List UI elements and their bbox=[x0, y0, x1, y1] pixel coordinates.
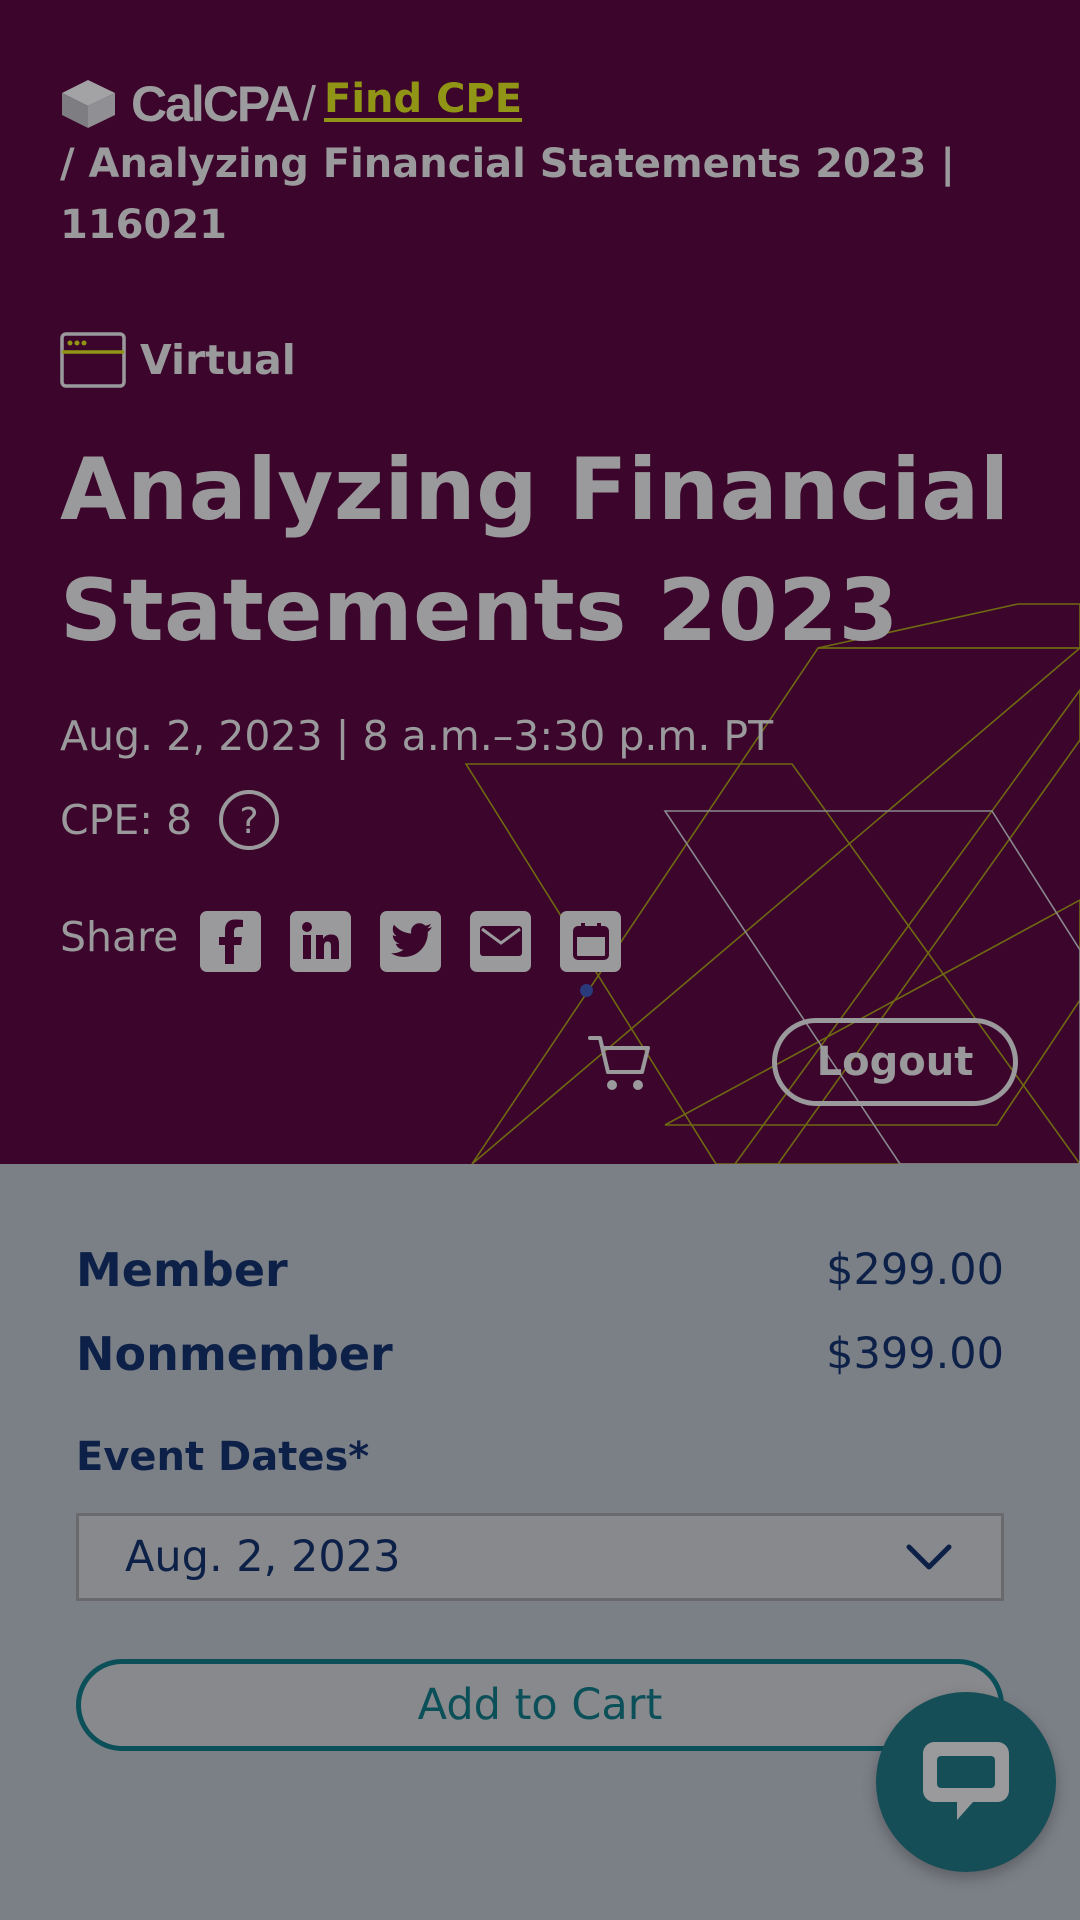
breadcrumb-separator: / bbox=[302, 77, 317, 131]
price-value: $299.00 bbox=[826, 1245, 1004, 1295]
price-label: Member bbox=[76, 1243, 288, 1297]
event-title: Analyzing Financial Statements 2023 bbox=[60, 440, 1010, 661]
twitter-icon bbox=[390, 923, 432, 957]
question-mark-help-icon[interactable]: ? bbox=[218, 789, 280, 851]
svg-text:?: ? bbox=[240, 801, 259, 842]
cpe-credits-label: CPE: 8 bbox=[60, 796, 193, 844]
cpe-credits: CPE: 8 ? bbox=[60, 788, 280, 852]
breadcrumb-find-cpe-link[interactable]: Find CPE bbox=[324, 76, 522, 122]
event-date-select-value: Aug. 2, 2023 bbox=[125, 1532, 401, 1582]
chat-bubble-icon bbox=[923, 1742, 1009, 1820]
share-email-button[interactable] bbox=[470, 910, 532, 972]
browser-window-icon bbox=[60, 332, 126, 388]
shopping-cart-icon[interactable] bbox=[588, 1032, 652, 1094]
price-label: Nonmember bbox=[76, 1327, 393, 1381]
share-twitter-button[interactable] bbox=[380, 910, 442, 972]
email-icon bbox=[479, 926, 522, 956]
price-row-member: Member $299.00 bbox=[76, 1240, 1004, 1300]
add-to-calendar-button[interactable] bbox=[560, 910, 622, 972]
price-row-nonmember: Nonmember $399.00 bbox=[76, 1324, 1004, 1384]
add-to-cart-button[interactable]: Add to Cart bbox=[76, 1659, 1004, 1751]
linkedin-icon bbox=[301, 922, 339, 959]
price-value: $399.00 bbox=[826, 1329, 1004, 1379]
live-chat-button[interactable] bbox=[876, 1692, 1056, 1872]
event-format: Virtual bbox=[60, 332, 296, 388]
share-facebook-button[interactable] bbox=[200, 910, 262, 972]
breadcrumb-current-page: / Analyzing Financial Statements 2023 | … bbox=[60, 141, 955, 248]
calendar-icon bbox=[572, 923, 609, 960]
focus-indicator-dot bbox=[580, 984, 593, 997]
calcpa-logo-icon bbox=[62, 80, 115, 128]
share-label: Share bbox=[60, 913, 179, 961]
brand-name: CalCPA bbox=[131, 76, 301, 132]
facebook-icon bbox=[218, 919, 243, 964]
event-dates-label: Event Dates* bbox=[76, 1434, 370, 1480]
event-hero: CalCPA / Find CPE / Analyzing Financial … bbox=[0, 0, 1080, 1164]
logout-button[interactable]: Logout bbox=[772, 1018, 1018, 1106]
calcpa-logo[interactable]: CalCPA / bbox=[60, 76, 317, 132]
share-bar: Share bbox=[60, 910, 650, 972]
share-linkedin-button[interactable] bbox=[290, 910, 352, 972]
chevron-down-icon bbox=[906, 1544, 952, 1570]
event-format-label: Virtual bbox=[140, 336, 296, 384]
event-date-select[interactable]: Aug. 2, 2023 bbox=[76, 1513, 1004, 1601]
event-date-time: Aug. 2, 2023 | 8 a.m.–3:30 p.m. PT bbox=[60, 712, 774, 760]
